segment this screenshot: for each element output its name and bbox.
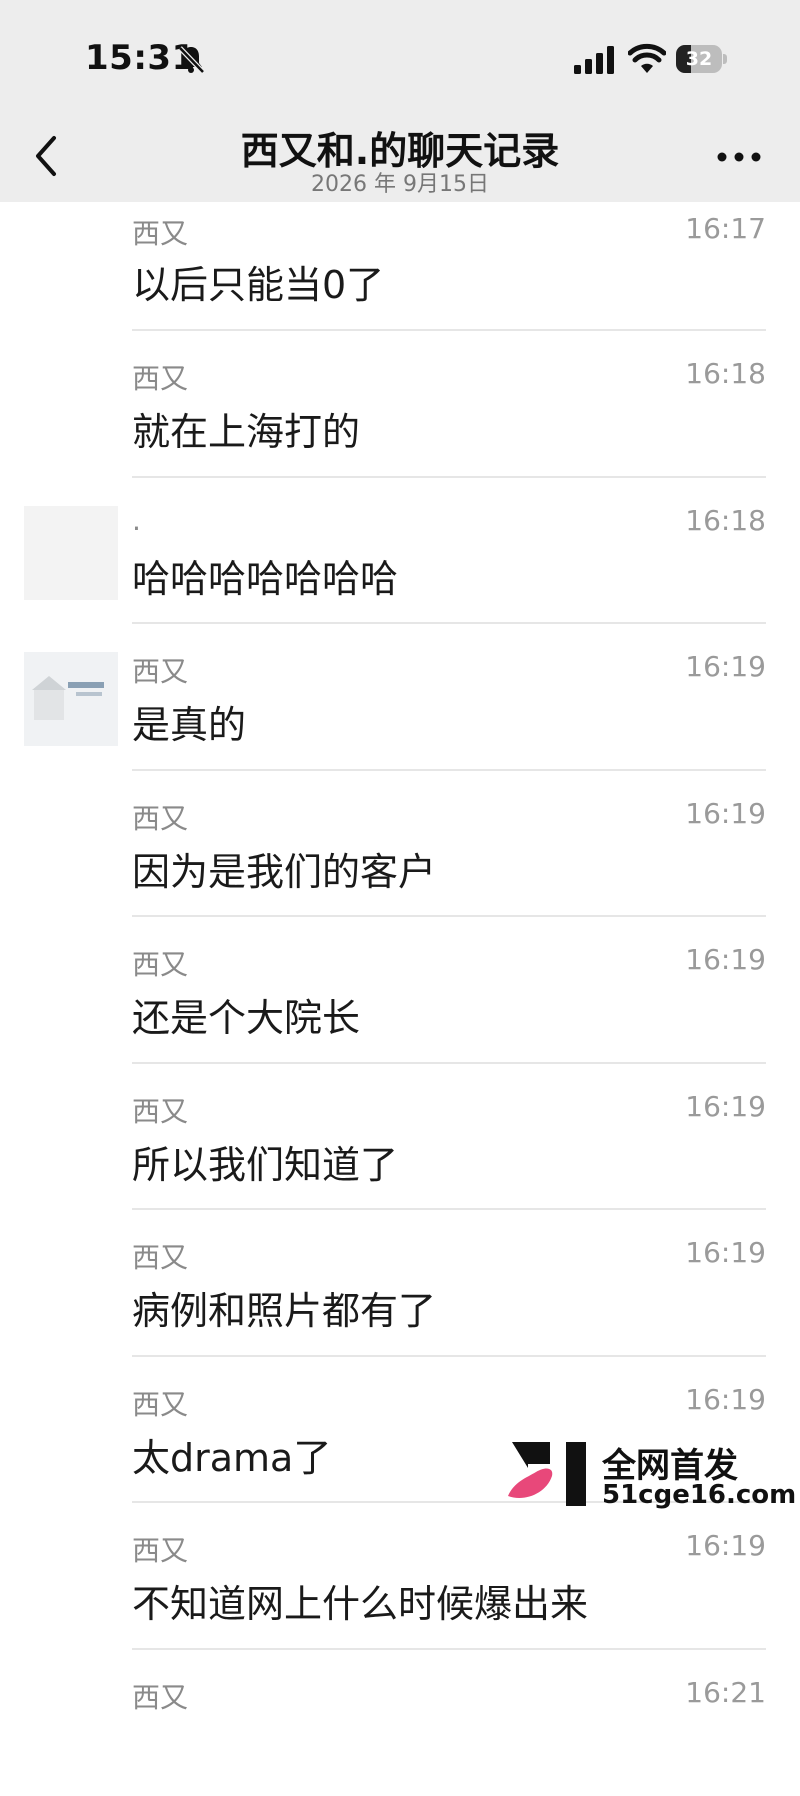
message-time: 16:19	[685, 1529, 766, 1562]
message-sender: 西又	[132, 1383, 188, 1423]
message-row[interactable]: 西又 16:21	[0, 1650, 800, 1796]
message-text: 所以我们知道了	[132, 1134, 398, 1189]
message-row[interactable]: 西又 16:17 以后只能当0了	[0, 202, 800, 331]
watermark: 全网首发 51cge16.com	[506, 1438, 792, 1510]
avatar[interactable]	[24, 652, 118, 746]
message-row[interactable]: 西又 16:19 所以我们知道了	[0, 1064, 800, 1211]
message-text: 就在上海打的	[132, 401, 360, 456]
message-list: 西又16:17以后只能当0了西又16:18就在上海打的.16:18哈哈哈哈哈哈哈…	[0, 202, 800, 1796]
watermark-logo-icon	[506, 1438, 594, 1510]
message-row[interactable]: 西又 16:18 就在上海打的	[0, 331, 800, 478]
wifi-icon	[628, 43, 666, 75]
message-text: 哈哈哈哈哈哈哈	[132, 548, 398, 603]
message-text: 不知道网上什么时候爆出来	[132, 1573, 588, 1628]
more-dots-icon[interactable]	[716, 150, 762, 164]
message-sender: 西又	[132, 1676, 188, 1716]
message-sender: 西又	[132, 943, 188, 983]
message-row[interactable]: 西又 16:19 是真的	[0, 624, 800, 771]
watermark-line2: 51cge16.com	[602, 1480, 796, 1510]
message-sender: 西又	[132, 1236, 188, 1276]
message-text: 还是个大院长	[132, 987, 360, 1042]
page-subtitle: 2026 年 9月15日	[0, 166, 800, 198]
message-time: 16:19	[685, 797, 766, 830]
message-text: 是真的	[132, 694, 246, 749]
message-sender: 西又	[132, 212, 188, 252]
message-time: 16:17	[685, 212, 766, 245]
battery-icon: 32	[676, 45, 728, 73]
nav-bar: 西又和.的聊天记录 2026 年 9月15日	[0, 110, 800, 202]
message-time: 16:19	[685, 650, 766, 683]
message-sender: 西又	[132, 357, 188, 397]
message-row[interactable]: 西又 16:19 因为是我们的客户	[0, 771, 800, 918]
message-time: 16:19	[685, 1090, 766, 1123]
battery-level: 32	[676, 45, 722, 73]
message-sender: 西又	[132, 650, 188, 690]
avatar[interactable]	[24, 506, 118, 600]
message-text: 太drama了	[132, 1427, 331, 1482]
bell-muted-icon	[176, 44, 206, 74]
message-row[interactable]: 西又 16:19 病例和照片都有了	[0, 1210, 800, 1357]
cellular-signal-icon	[574, 46, 616, 74]
message-sender: .	[132, 504, 141, 537]
message-text: 病例和照片都有了	[132, 1280, 436, 1335]
message-row[interactable]: 西又 16:19 不知道网上什么时候爆出来	[0, 1503, 800, 1650]
message-time: 16:18	[685, 357, 766, 390]
message-time: 16:19	[685, 943, 766, 976]
message-text: 以后只能当0了	[132, 254, 384, 309]
message-time: 16:18	[685, 504, 766, 537]
message-row[interactable]: 西又 16:19 还是个大院长	[0, 917, 800, 1064]
message-sender: 西又	[132, 1090, 188, 1130]
status-bar: 15:31 32	[0, 0, 800, 110]
message-time: 16:21	[685, 1676, 766, 1709]
message-sender: 西又	[132, 1529, 188, 1569]
message-row[interactable]: . 16:18 哈哈哈哈哈哈哈	[0, 478, 800, 625]
message-time: 16:19	[685, 1236, 766, 1269]
message-sender: 西又	[132, 797, 188, 837]
message-text: 因为是我们的客户	[132, 841, 436, 896]
message-time: 16:19	[685, 1383, 766, 1416]
